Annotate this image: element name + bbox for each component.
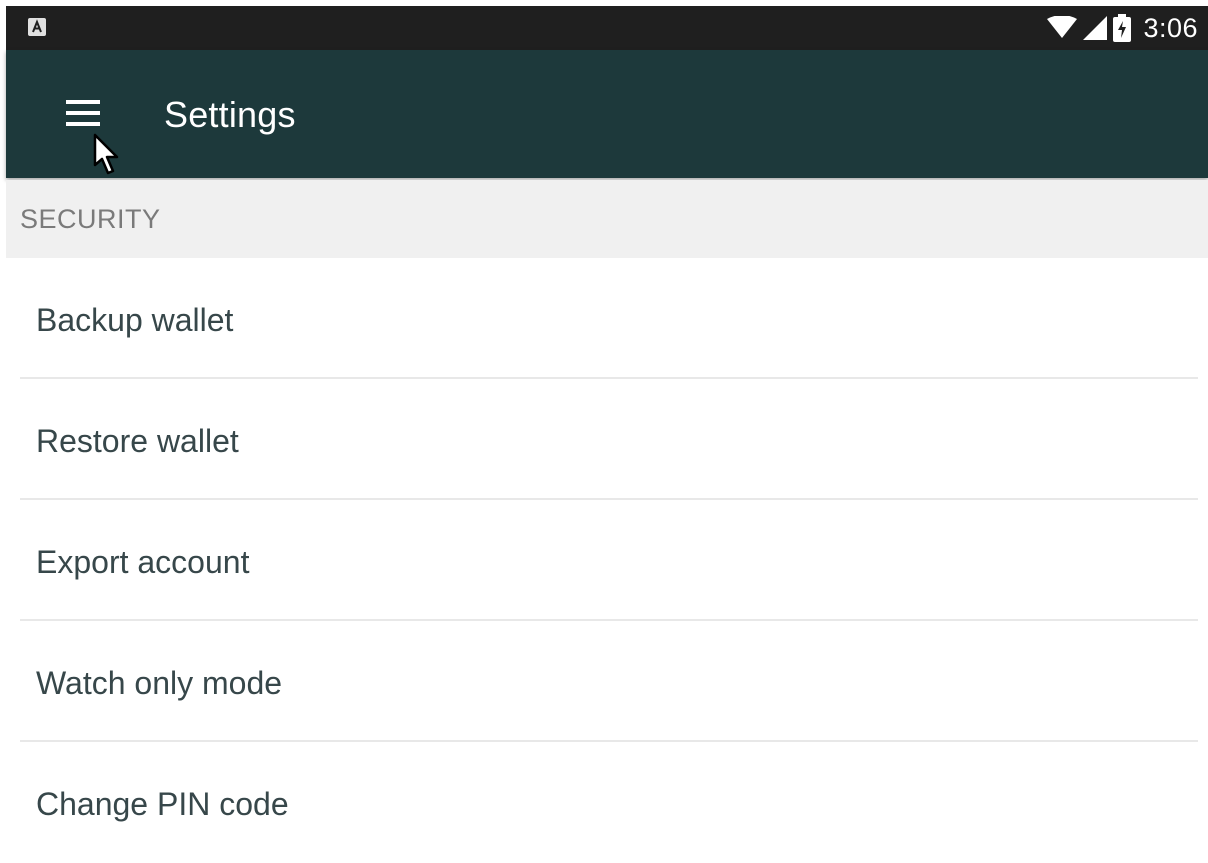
settings-item-label: Backup wallet bbox=[36, 302, 234, 338]
menu-button[interactable] bbox=[56, 92, 110, 136]
notification-a-icon bbox=[28, 18, 46, 36]
status-icons: 3:06 bbox=[1047, 6, 1198, 50]
section-header-label: SECURITY bbox=[20, 204, 161, 234]
settings-item-label: Change PIN code bbox=[36, 786, 289, 822]
settings-item-label: Export account bbox=[36, 544, 250, 580]
app-screen: 3:06 Settings SECURITY Backup wallet Res… bbox=[0, 0, 1208, 850]
settings-item-watch-only-mode[interactable]: Watch only mode bbox=[6, 621, 1208, 742]
settings-item-backup-wallet[interactable]: Backup wallet bbox=[6, 258, 1208, 379]
section-header-security: SECURITY bbox=[6, 180, 1208, 258]
hamburger-menu-icon bbox=[66, 100, 100, 126]
toolbar: Settings bbox=[6, 50, 1208, 178]
cell-signal-icon bbox=[1083, 16, 1108, 40]
status-time: 3:06 bbox=[1143, 12, 1198, 43]
page-title: Settings bbox=[164, 94, 296, 135]
settings-item-change-pin-code[interactable]: Change PIN code bbox=[6, 742, 1208, 863]
wifi-icon bbox=[1047, 16, 1078, 38]
settings-item-label: Watch only mode bbox=[36, 665, 283, 701]
settings-item-export-account[interactable]: Export account bbox=[6, 500, 1208, 621]
battery-charging-icon bbox=[1113, 14, 1132, 42]
settings-item-label: Restore wallet bbox=[36, 423, 239, 459]
status-bar: 3:06 bbox=[6, 6, 1208, 50]
settings-list: Backup wallet Restore wallet Export acco… bbox=[6, 258, 1208, 863]
settings-item-restore-wallet[interactable]: Restore wallet bbox=[6, 379, 1208, 500]
